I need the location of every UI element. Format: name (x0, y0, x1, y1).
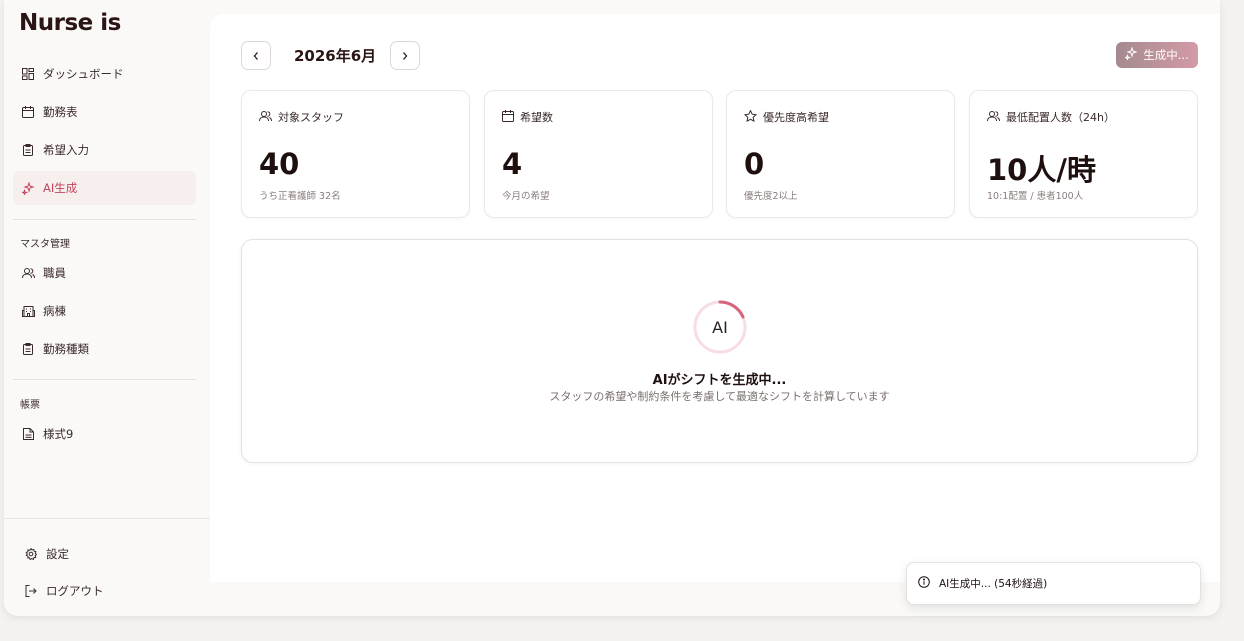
sidebar-item-schedule[interactable]: 勤務表 (13, 95, 196, 129)
stat-value: 0 (744, 147, 765, 181)
info-icon (918, 576, 930, 591)
stat-card-header: 優先度高希望 (743, 109, 829, 125)
sidebar-item-label: ダッシュボード (43, 67, 124, 81)
document-icon (21, 427, 35, 441)
stat-title: 優先度高希望 (763, 111, 829, 124)
prev-month-button[interactable] (241, 41, 271, 70)
sidebar-item-requests[interactable]: 希望入力 (13, 133, 196, 167)
stat-subtext: 今月の希望 (502, 191, 550, 202)
stat-card-header: 最低配置人数（24h） (987, 109, 1115, 125)
sparkles-icon (21, 181, 35, 195)
stat-value: 40 (259, 147, 300, 181)
stat-title: 対象スタッフ (278, 111, 344, 124)
sidebar-item-dashboard[interactable]: ダッシュボード (13, 57, 196, 91)
logout-icon (24, 584, 38, 598)
stat-card-min-staffing: 最低配置人数（24h） 10人/時 10:1配置 / 患者100人 (969, 90, 1198, 218)
status-toast: AI生成中... (54秒経過) (906, 562, 1201, 605)
generation-title: AIがシフトを生成中... (652, 373, 787, 388)
sidebar-item-label: 勤務種類 (43, 342, 89, 356)
calendar-icon (502, 109, 514, 125)
divider (13, 219, 196, 220)
sidebar-item-label: 様式9 (43, 427, 74, 441)
app-window: Nurse is ダッシュボード 勤務表 希望入力 AI生成 マスタ管理 職員 … (4, 0, 1220, 616)
app-logo: Nurse is (19, 10, 121, 36)
generation-panel: AI AIがシフトを生成中... スタッフの希望や制約条件を考慮して最適なシフト… (241, 239, 1198, 463)
sidebar-item-label: 勤務表 (43, 105, 78, 119)
section-label-forms: 帳票 (20, 400, 40, 411)
stat-value: 4 (502, 147, 523, 181)
sidebar-item-shift-types[interactable]: 勤務種類 (13, 332, 196, 366)
calendar-icon (21, 105, 35, 119)
logout-label: ログアウト (46, 584, 104, 598)
sidebar-item-form9[interactable]: 様式9 (13, 417, 196, 451)
sidebar-item-staff[interactable]: 職員 (13, 256, 196, 290)
settings-button[interactable]: 設定 (16, 537, 199, 571)
sidebar-item-label: 病棟 (43, 304, 66, 318)
stat-title: 希望数 (520, 111, 553, 124)
spinner-label: AI (712, 317, 728, 337)
sidebar-item-label: 希望入力 (43, 143, 89, 157)
stat-value: 10人/時 (987, 153, 1096, 187)
stat-subtext: 優先度2以上 (744, 191, 798, 202)
stat-card-requests: 希望数 4 今月の希望 (484, 90, 713, 218)
current-month: 2026年6月 (294, 47, 377, 65)
clipboard-icon (21, 342, 35, 356)
stat-card-priority: 優先度高希望 0 優先度2以上 (726, 90, 955, 218)
users-icon (987, 110, 1000, 125)
star-icon (743, 109, 758, 125)
generation-subtitle: スタッフの希望や制約条件を考慮して最適なシフトを計算しています (549, 390, 890, 403)
loading-spinner: AI (693, 300, 747, 354)
stat-subtext: うち正看護師 32名 (259, 191, 341, 202)
users-icon (21, 266, 35, 280)
next-month-button[interactable] (390, 41, 420, 70)
users-icon (259, 110, 272, 125)
stat-subtext: 10:1配置 / 患者100人 (987, 191, 1084, 202)
dashboard-icon (21, 67, 35, 81)
building-icon (21, 304, 35, 318)
generate-button[interactable]: 生成中... (1116, 42, 1198, 68)
settings-label: 設定 (46, 547, 69, 561)
toast-message: AI生成中... (54秒経過) (939, 578, 1048, 590)
section-label-master: マスタ管理 (20, 239, 70, 250)
main-content: 2026年6月 生成中... 対象スタッフ 40 うち正看護師 32名 希望数 (210, 14, 1220, 582)
chevron-right-icon (401, 46, 409, 65)
divider (13, 379, 196, 380)
stat-card-header: 希望数 (502, 109, 553, 125)
sparkles-icon (1124, 46, 1138, 63)
gear-icon (24, 547, 38, 561)
sidebar: Nurse is ダッシュボード 勤務表 希望入力 AI生成 マスタ管理 職員 … (4, 0, 210, 616)
clipboard-icon (21, 143, 35, 157)
divider (4, 518, 210, 519)
sidebar-item-label: 職員 (43, 266, 66, 280)
sidebar-item-label: AI生成 (43, 181, 78, 195)
sidebar-item-ai-generate[interactable]: AI生成 (13, 171, 196, 205)
logout-button[interactable]: ログアウト (16, 574, 199, 608)
stat-card-staff: 対象スタッフ 40 うち正看護師 32名 (241, 90, 470, 218)
stat-title: 最低配置人数（24h） (1006, 111, 1115, 124)
generate-button-label: 生成中... (1143, 48, 1189, 62)
stat-card-header: 対象スタッフ (259, 109, 344, 125)
chevron-left-icon (252, 46, 260, 65)
sidebar-item-ward[interactable]: 病棟 (13, 294, 196, 328)
